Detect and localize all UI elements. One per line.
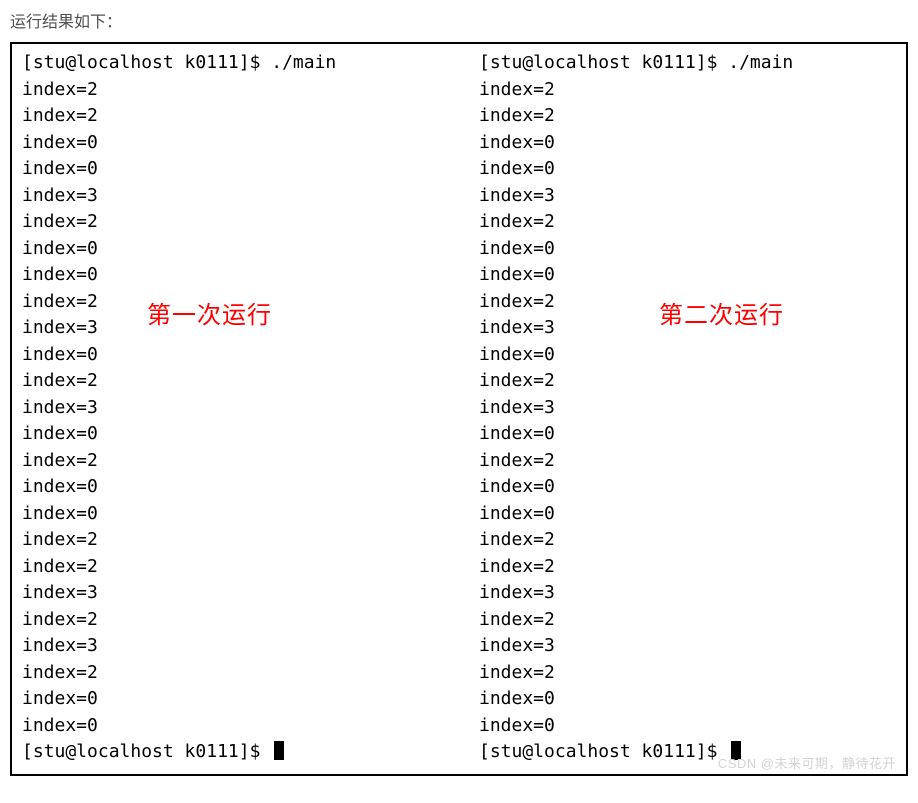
output-line: index=2	[479, 554, 896, 581]
cursor-icon	[731, 741, 741, 760]
output-line: index=2	[479, 607, 896, 634]
prompt-end-right: [stu@localhost k0111]$	[479, 739, 896, 766]
terminal-output-box: [stu@localhost k0111]$ ./main index=2 in…	[10, 42, 908, 776]
output-line: index=2	[479, 77, 896, 104]
output-line: index=0	[479, 713, 896, 740]
prompt-start-right: [stu@localhost k0111]$ ./main	[479, 50, 896, 77]
output-line: index=2	[479, 448, 896, 475]
right-column: [stu@localhost k0111]$ ./main index=2 in…	[459, 50, 896, 766]
output-line: index=0	[479, 342, 896, 369]
output-line: index=2	[22, 660, 459, 687]
output-line: index=3	[22, 183, 459, 210]
left-column: [stu@localhost k0111]$ ./main index=2 in…	[22, 50, 459, 766]
output-line: index=2	[22, 554, 459, 581]
output-line: index=2	[22, 209, 459, 236]
result-heading: 运行结果如下：	[0, 0, 918, 42]
output-line: index=0	[22, 262, 459, 289]
output-line: index=0	[22, 236, 459, 263]
output-line: index=0	[22, 501, 459, 528]
output-line: index=0	[22, 130, 459, 157]
output-line: index=2	[22, 368, 459, 395]
output-line: index=0	[22, 686, 459, 713]
output-line: index=0	[479, 686, 896, 713]
output-line: index=0	[22, 421, 459, 448]
output-line: index=0	[22, 474, 459, 501]
output-line: index=2	[22, 77, 459, 104]
output-line: index=0	[479, 501, 896, 528]
output-line: index=2	[22, 607, 459, 634]
output-line: index=3	[479, 633, 896, 660]
output-line: index=2	[479, 209, 896, 236]
cursor-icon	[274, 741, 284, 760]
output-line: index=3	[22, 633, 459, 660]
output-line: index=3	[479, 395, 896, 422]
output-line: index=0	[479, 262, 896, 289]
output-line: index=2	[479, 103, 896, 130]
prompt-start-left: [stu@localhost k0111]$ ./main	[22, 50, 459, 77]
annotation-right: 第二次运行	[659, 295, 784, 330]
output-line: index=2	[479, 368, 896, 395]
output-line: index=2	[22, 448, 459, 475]
output-line: index=3	[479, 183, 896, 210]
output-line: index=3	[479, 580, 896, 607]
output-line: index=2	[22, 527, 459, 554]
output-line: index=0	[479, 474, 896, 501]
output-line: index=0	[479, 130, 896, 157]
output-line: index=0	[479, 421, 896, 448]
output-line: index=3	[22, 395, 459, 422]
output-line: index=0	[22, 342, 459, 369]
output-line: index=0	[479, 236, 896, 263]
output-line: index=0	[479, 156, 896, 183]
output-line: index=2	[479, 660, 896, 687]
prompt-end-left: [stu@localhost k0111]$	[22, 739, 459, 766]
annotation-left: 第一次运行	[147, 295, 272, 330]
output-line: index=2	[479, 527, 896, 554]
output-line: index=0	[22, 713, 459, 740]
output-line: index=2	[22, 103, 459, 130]
output-line: index=0	[22, 156, 459, 183]
output-line: index=3	[22, 580, 459, 607]
